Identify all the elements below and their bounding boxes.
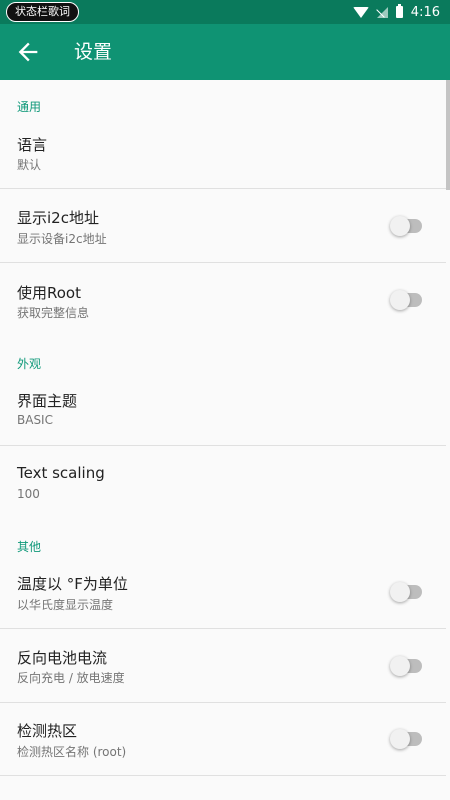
- wifi-icon: [352, 6, 369, 18]
- setting-ui-theme[interactable]: 界面主题 BASIC: [0, 376, 446, 444]
- setting-title: 使用Root: [17, 284, 81, 302]
- divider: [0, 775, 446, 776]
- setting-title: 界面主题: [17, 392, 78, 410]
- section-header-general: 通用: [17, 100, 42, 114]
- toggle-thumb: [390, 216, 410, 236]
- toggle-thumb: [390, 582, 410, 602]
- setting-language[interactable]: 语言 默认: [0, 120, 446, 188]
- setting-reverse-battery-current[interactable]: 反向电池电流 反向充电 / 放电速度: [0, 629, 446, 702]
- use-root-toggle[interactable]: [390, 290, 422, 310]
- setting-subtitle: 100: [17, 487, 40, 501]
- setting-title: 检测热区: [17, 722, 78, 740]
- setting-title: 语言: [17, 136, 48, 154]
- status-time: 4:16: [410, 4, 440, 20]
- setting-subtitle: 检测热区名称 (root): [17, 745, 127, 759]
- toggle-thumb: [390, 729, 410, 749]
- toggle-thumb: [390, 656, 410, 676]
- section-header-other: 其他: [17, 540, 42, 554]
- setting-subtitle: BASIC: [17, 413, 53, 427]
- status-bar-lyrics-pill: 状态栏歌词: [6, 2, 79, 22]
- setting-subtitle: 显示设备i2c地址: [17, 232, 107, 246]
- setting-subtitle: 获取完整信息: [17, 306, 90, 320]
- fahrenheit-toggle[interactable]: [390, 582, 422, 602]
- setting-detect-thermal-zones[interactable]: 检测热区 检测热区名称 (root): [0, 703, 446, 775]
- no-sim-icon: [376, 6, 388, 18]
- arrow-left-icon[interactable]: [14, 38, 42, 66]
- section-header-appearance: 外观: [17, 357, 42, 371]
- setting-subtitle: 默认: [17, 158, 42, 172]
- app-bar: 设置: [0, 24, 450, 80]
- status-bar-right: 4:16: [352, 0, 440, 24]
- page-title: 设置: [74, 41, 113, 63]
- setting-subtitle: 以华氏度显示温度: [17, 598, 114, 612]
- setting-fahrenheit[interactable]: 温度以 °F为单位 以华氏度显示温度: [0, 558, 446, 628]
- detect-thermal-zones-toggle[interactable]: [390, 729, 422, 749]
- setting-title: Text scaling: [17, 464, 105, 482]
- setting-title: 温度以 °F为单位: [17, 575, 128, 593]
- battery-icon: [395, 4, 403, 18]
- setting-text-scaling[interactable]: Text scaling 100: [0, 446, 446, 520]
- setting-show-i2c-address[interactable]: 显示i2c地址 显示设备i2c地址: [0, 189, 446, 262]
- reverse-battery-current-toggle[interactable]: [390, 656, 422, 676]
- setting-title: 反向电池电流: [17, 649, 108, 667]
- setting-use-root[interactable]: 使用Root 获取完整信息: [0, 263, 446, 337]
- setting-title: 显示i2c地址: [17, 209, 99, 227]
- status-bar: 状态栏歌词 4:16: [0, 0, 450, 24]
- toggle-thumb: [390, 290, 410, 310]
- setting-subtitle: 反向充电 / 放电速度: [17, 671, 125, 685]
- show-i2c-address-toggle[interactable]: [390, 216, 422, 236]
- scrollbar[interactable]: [446, 80, 450, 190]
